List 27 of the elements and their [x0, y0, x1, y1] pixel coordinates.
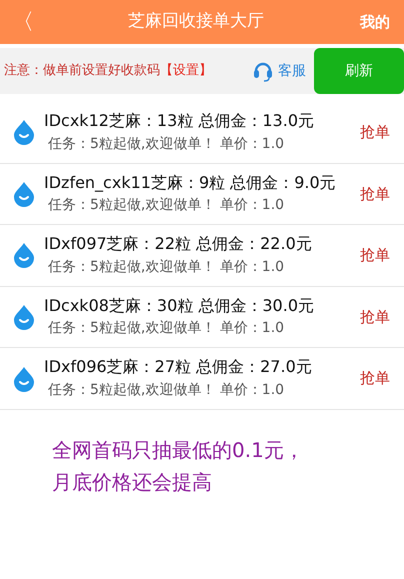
- order-title: IDxf097芝麻：22粒 总佣金：22.0元: [44, 233, 313, 255]
- promo-text: 全网首码只抽最低的0.1元，: [51, 436, 305, 464]
- page-title: 芝麻回收接单大厅: [128, 10, 264, 34]
- order-task: 任务：5粒起做,欢迎做单！ 单价：1.0: [47, 258, 286, 277]
- order-task: 任务：5粒起做,欢迎做单！ 单价：1.0: [47, 380, 286, 400]
- water-drop-icon: [12, 119, 36, 146]
- settings-link[interactable]: 【设置】: [160, 61, 212, 81]
- order-title: IDzfen_cxk11芝麻：9粒 总佣金：9.0元: [44, 172, 337, 194]
- grab-order-button[interactable]: 抢单: [354, 367, 396, 390]
- grab-order-button[interactable]: 抢单: [354, 244, 396, 267]
- order-task: 任务：5粒起做,欢迎做单！ 单价：1.0: [47, 196, 286, 216]
- promo-text: 月底价格还会提高: [51, 468, 213, 496]
- service-link[interactable]: 客服: [252, 60, 306, 82]
- water-drop-icon: [12, 180, 36, 207]
- grab-order-button[interactable]: 抢单: [354, 306, 396, 328]
- order-title: IDcxk12芝麻：13粒 总佣金：13.0元: [44, 110, 315, 132]
- order-task: 任务：5粒起做,欢迎做单！ 单价：1.0: [47, 319, 286, 338]
- water-drop-icon: [12, 242, 36, 268]
- grab-order-button[interactable]: 抢单: [354, 182, 396, 206]
- notice-text: 注意：做单前设置好收款码: [4, 62, 160, 80]
- order-task: 任务：5粒起做,欢迎做单！ 单价：1.0: [47, 134, 286, 154]
- order-title: IDcxk08芝麻：30粒 总佣金：30.0元: [44, 294, 315, 316]
- headset-icon: [252, 60, 274, 82]
- water-drop-icon: [12, 304, 36, 330]
- order-title: IDxf096芝麻：27粒 总佣金：27.0元: [44, 356, 313, 378]
- water-drop-icon: [12, 366, 36, 392]
- grab-order-button[interactable]: 抢单: [354, 121, 396, 144]
